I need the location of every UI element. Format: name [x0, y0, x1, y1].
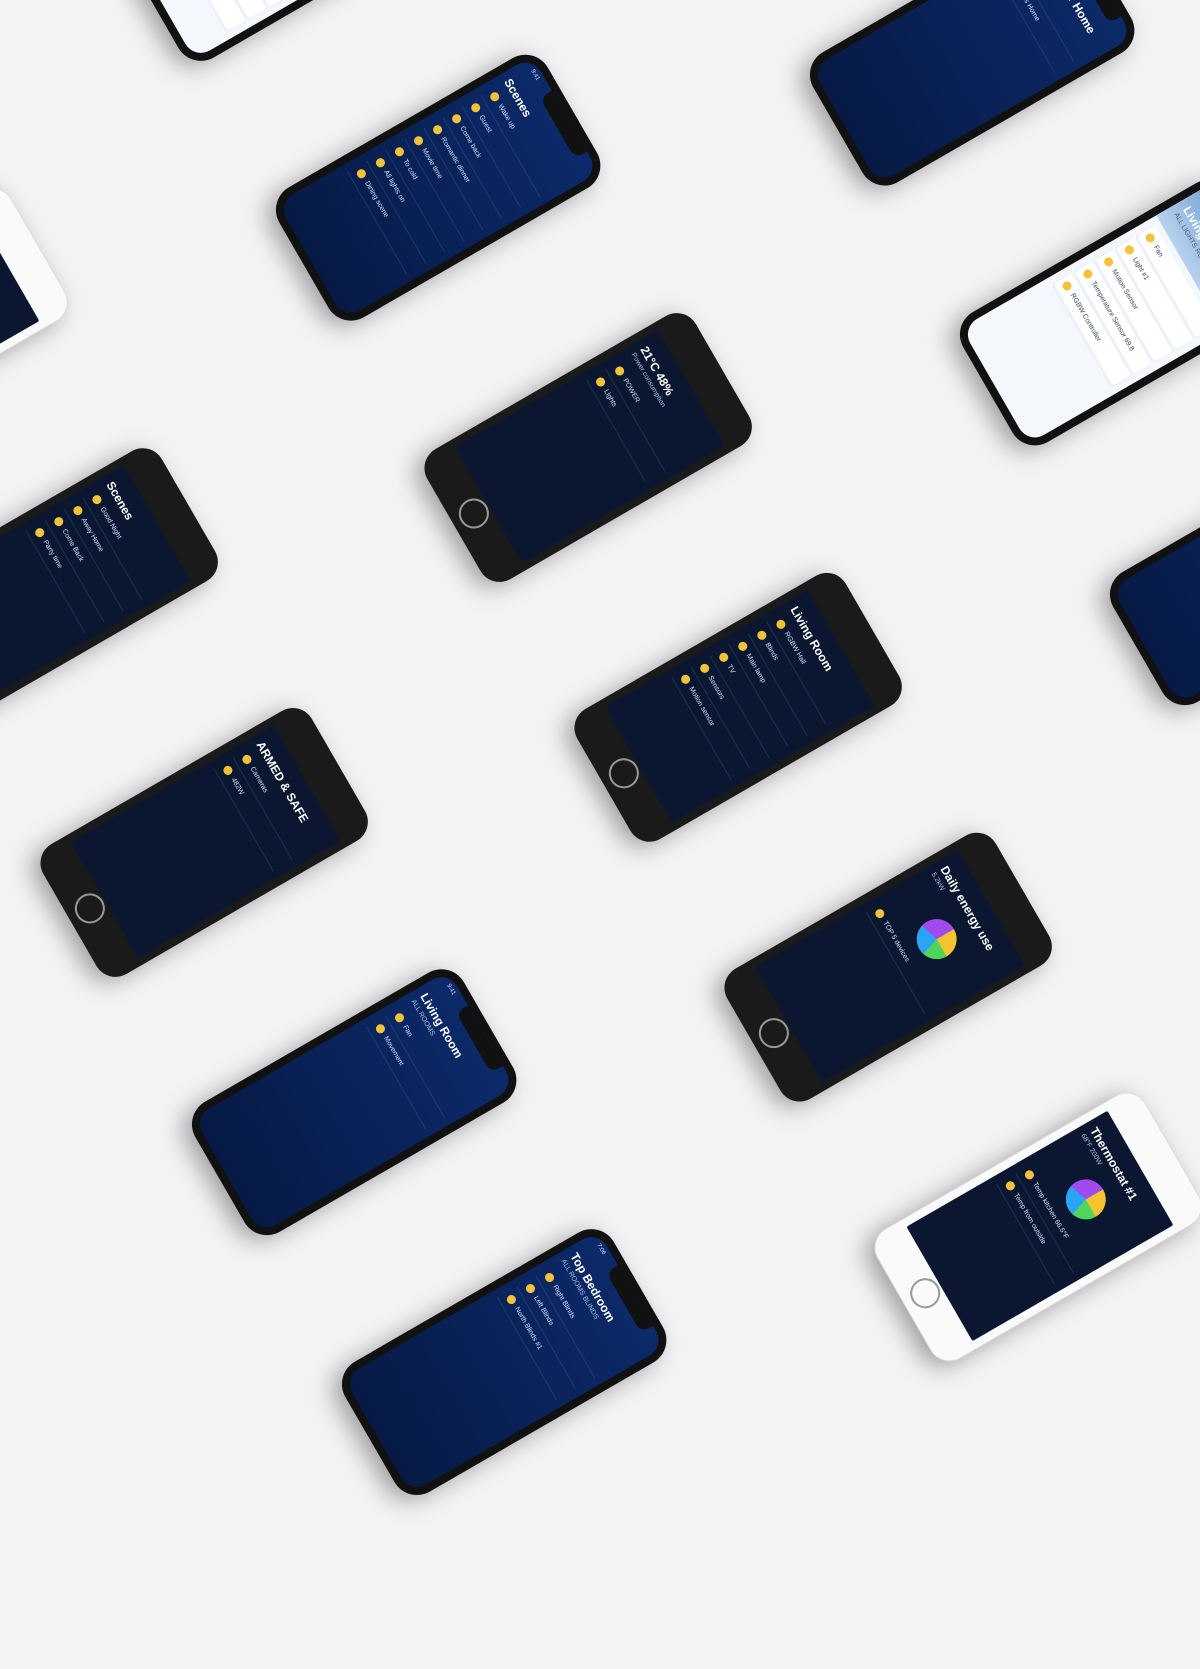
device-icon	[1081, 267, 1094, 281]
screen-header: Billie JeanMichael Jackson	[0, 221, 23, 333]
app-screen: 9:41 Scenes Wake up Guest Come back Romantic …	[277, 56, 599, 320]
device-icon	[374, 1022, 387, 1035]
device-icon	[679, 673, 692, 686]
list-item-label: TOP 5 devices	[881, 920, 911, 964]
phone-mockup: Living Room RGBW Hall Blinds Main lamp TV Sen…	[566, 564, 910, 850]
device-icon	[1102, 255, 1115, 269]
app-screen: Thermostat #1 68°F 200W Temp kitchen 66.5°…	[906, 1110, 1174, 1342]
device-icon	[355, 167, 368, 180]
list-item-label: POWER	[621, 377, 641, 404]
device-icon	[71, 504, 85, 517]
device-icon	[1060, 279, 1074, 293]
device-icon	[543, 1271, 556, 1284]
app-screen: 7:06 Top Bedroom ALL ROOMS BLINDS Right Bli…	[343, 1230, 665, 1494]
phone-mockup: ARMED & SAFE Cameras 482W	[32, 699, 376, 985]
app-screen: Scenes Good Night Away Home Come Back Party …	[0, 465, 191, 699]
app-screen: Daily energy use 5.2kW TOP 5 devices	[755, 849, 1025, 1083]
device-icon	[1123, 243, 1136, 257]
device-icon	[736, 640, 749, 653]
device-icon	[52, 515, 65, 528]
device-icon	[594, 375, 607, 389]
app-screen: Living Room RGBW Hall Blinds Main lamp TV Sen…	[605, 589, 875, 823]
app-screen: 21°C 48% Power consumption POWER Lights	[455, 329, 725, 564]
status-time: 9:41	[445, 983, 457, 997]
list-item-label: Lights	[602, 388, 618, 409]
list-item-label: Blinds	[763, 641, 780, 662]
list-item-label: Light #1	[1131, 256, 1150, 282]
list-item-label: Fan	[1151, 244, 1164, 259]
device-icon	[431, 123, 444, 136]
list-item-label: 482W	[229, 776, 245, 797]
app-screen: 9:41ScenesRelaxGuestCome backRomantic di…	[127, 0, 449, 60]
phone-mockup: 9:41 Scenes Wake up Guest Come back Romantic …	[266, 45, 610, 331]
device-icon	[393, 1011, 406, 1024]
phone-mockup: Daily energy use 5.2kW TOP 5 devices	[716, 824, 1060, 1110]
phone-mockup: 9:41Log inUsernamePasswordForgot passwor…	[1100, 429, 1200, 715]
list-item-label: Parent's Home	[1011, 0, 1041, 23]
phone-mockup: 7:06 Top Bedroom ALL ROOMS BLINDS Right Bli…	[332, 1219, 676, 1505]
phone-mockup: Scenes Good Night Away Home Come Back Party …	[0, 440, 226, 726]
device-icon	[1004, 1179, 1017, 1192]
app-screen: 9:41Select Your HomeMy HomeParent's Home	[811, 0, 1133, 185]
device-icon	[90, 493, 104, 506]
screen-title: Daily energy use	[937, 863, 998, 954]
phone-mockup: Thermostat #1 68°F 200W Temp kitchen 66.5°…	[866, 1084, 1200, 1370]
list-item-label: Sensors	[706, 674, 726, 701]
device-icon	[717, 651, 730, 664]
phone-mockup: 9:41ScenesRelaxGuestCome backRomantic di…	[116, 0, 460, 71]
device-icon	[755, 629, 768, 642]
device-icon	[873, 907, 886, 920]
status-time: 9:41	[529, 68, 541, 82]
phone-mockup: 9:41Select Your HomeMy HomeParent's Home	[800, 0, 1144, 196]
screen-title: Thermostat #1	[1087, 1124, 1141, 1203]
list-item-label: Wake up	[496, 103, 517, 131]
device-icon	[469, 101, 482, 114]
app-screen: ARMED & SAFE Cameras 482W	[71, 724, 341, 958]
device-icon	[221, 764, 235, 777]
device-icon	[698, 662, 711, 675]
list-item[interactable]: Dining scene	[168, 0, 246, 31]
device-icon	[1023, 1168, 1036, 1181]
screen-title: Billie Jean	[0, 221, 23, 328]
device-icon	[240, 753, 254, 766]
app-screen: 9:41 Living Room ALL ROOMS Fan Movement	[193, 970, 515, 1234]
app-screen: 7:06Living RoomALL LIGHTS ROOMSFanLight …	[961, 180, 1200, 444]
device-icon	[33, 526, 46, 539]
device-icon	[505, 1293, 518, 1306]
device-icon	[524, 1282, 537, 1295]
list-item-label: Fan	[401, 1024, 414, 1039]
phone-mockup: 7:06Living RoomALL LIGHTS ROOMSFanLight …	[950, 169, 1200, 455]
list-item-label: TV	[725, 663, 737, 676]
status-time: 7:06	[595, 1242, 607, 1257]
device-icon	[412, 134, 425, 147]
phone-mockup: 21°C 48% Power consumption POWER Lights	[416, 305, 760, 590]
device-icon	[613, 364, 626, 378]
app-screen: Billie JeanMichael JacksonNow playing	[0, 206, 40, 437]
device-icon	[774, 618, 788, 631]
list-item-label: To cold	[401, 158, 419, 181]
phone-mockup: Billie JeanMichael JacksonNow playing	[0, 180, 76, 466]
device-icon	[374, 156, 387, 169]
device-icon	[393, 145, 406, 158]
device-icon	[450, 112, 463, 125]
list-item-label: Guest	[477, 114, 493, 134]
device-icon	[488, 90, 501, 103]
phone-mockup: 9:41 Living Room ALL ROOMS Fan Movement	[182, 959, 526, 1245]
app-screen: 9:41Log inUsernamePasswordForgot passwor…	[1111, 440, 1200, 704]
device-icon	[1144, 231, 1157, 245]
phone-collage: 7:06Welcome HomeActive Profile: At HomeA…	[0, 0, 1200, 1617]
